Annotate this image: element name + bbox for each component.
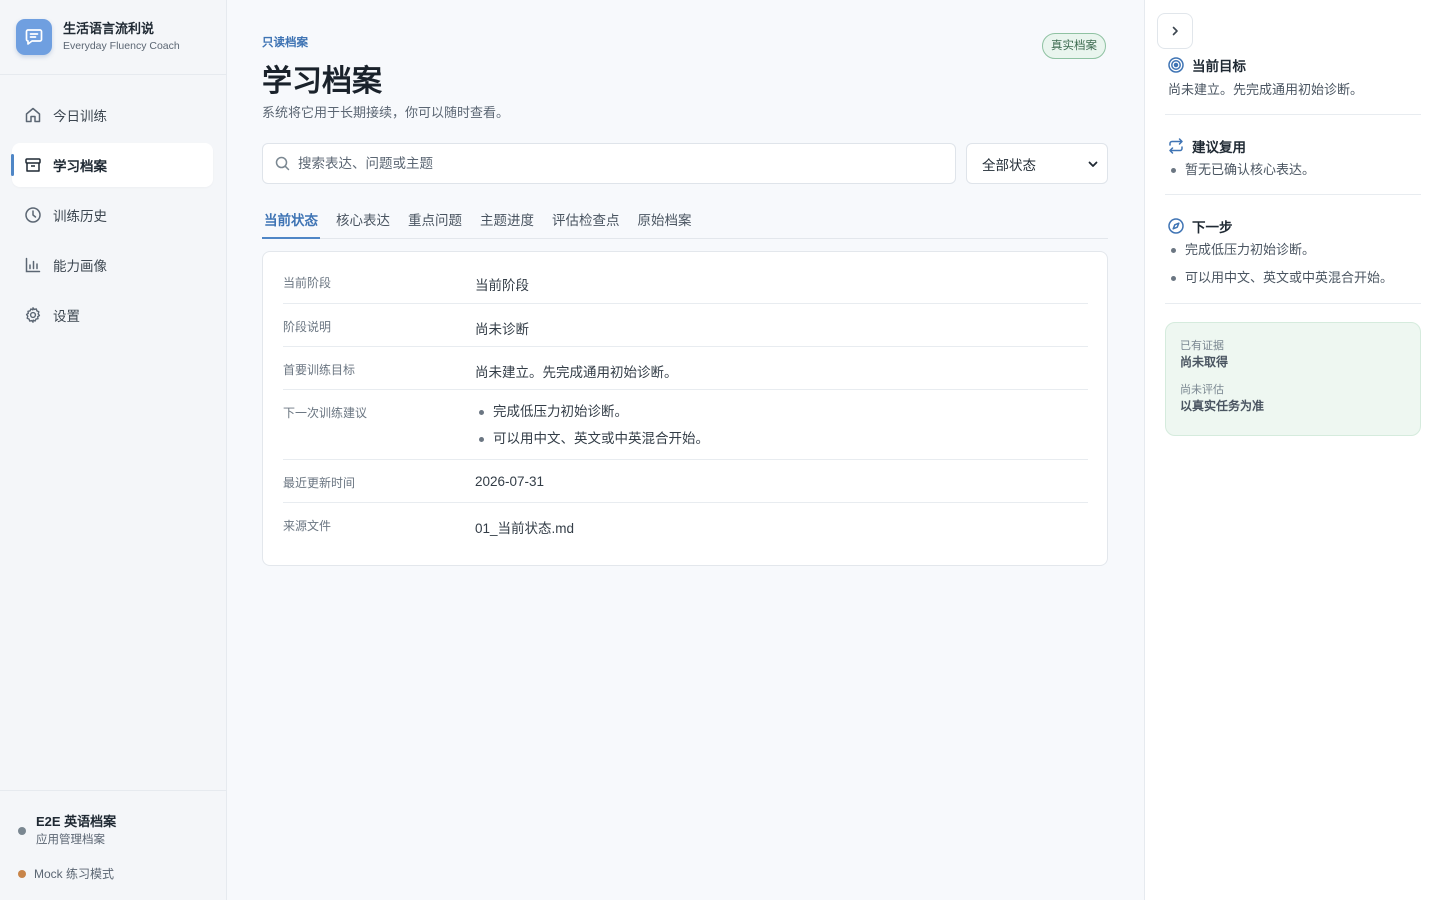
evidence-value: 尚未取得: [1180, 355, 1229, 369]
brand-subtitle: Everyday Fluency Coach: [63, 40, 180, 52]
brand: 生活语言流利说 Everyday Fluency Coach: [0, 0, 226, 75]
nav-label: 能力画像: [53, 259, 107, 274]
section-title: 下一步: [1192, 220, 1233, 235]
details-card: 当前阶段 当前阶段 阶段说明 尚未诊断 首要训练目标 尚未建立。先完成通用初始诊…: [262, 251, 1108, 566]
main-content: 只读档案 学习档案 系统将它用于长期接续，你可以随时查看。 真实档案 全部状态 …: [227, 0, 1144, 900]
detail-row: 来源文件 01_当前状态.md: [283, 503, 1088, 547]
tab-topic-progress[interactable]: 主题进度: [478, 197, 536, 239]
detail-value: 2026-07-31: [475, 474, 545, 489]
tab-raw-archive[interactable]: 原始档案: [636, 197, 694, 239]
nav-item-profile[interactable]: 能力画像: [12, 243, 213, 287]
detail-value: 当前阶段: [475, 278, 529, 293]
context-panel: 当前目标 尚未建立。先完成通用初始诊断。 建议复用 暂无已确认核心表达。 下一步…: [1144, 0, 1440, 900]
list-item: 可以用中文、英文或中英混合开始。: [1167, 264, 1421, 292]
page-description: 系统将它用于长期接续，你可以随时查看。: [262, 105, 510, 120]
detail-row: 当前阶段 当前阶段: [283, 260, 1088, 304]
brand-title: 生活语言流利说: [63, 21, 155, 36]
profile-subtitle: 应用管理档案: [36, 834, 105, 846]
next-step-section: 下一步 完成低压力初始诊断。 可以用中文、英文或中英混合开始。: [1167, 216, 1421, 292]
mode-dot: [18, 869, 26, 878]
detail-label: 下一次训练建议: [283, 406, 368, 420]
sidebar: 生活语言流利说 Everyday Fluency Coach 今日训练 学习档案…: [0, 0, 227, 900]
chevron-down-icon: [1087, 158, 1099, 170]
collapse-panel-button[interactable]: [1157, 13, 1193, 49]
goal-text: 尚未建立。先完成通用初始诊断。: [1168, 82, 1364, 97]
detail-label: 来源文件: [283, 519, 332, 533]
clock-icon: [24, 206, 42, 224]
detail-label: 最近更新时间: [283, 476, 356, 490]
list-item: 暂无已确认核心表达。: [1167, 156, 1421, 184]
list-item: 完成低压力初始诊断。: [1167, 236, 1421, 264]
section-title: 建议复用: [1192, 140, 1246, 155]
detail-label: 当前阶段: [283, 276, 332, 290]
divider: [1165, 114, 1421, 115]
list-item: 完成低压力初始诊断。: [475, 398, 1088, 425]
tab-core-expressions[interactable]: 核心表达: [334, 197, 392, 239]
nav-item-archive[interactable]: 学习档案: [11, 143, 213, 187]
detail-value: 尚未诊断: [475, 322, 529, 337]
detail-value: 完成低压力初始诊断。 可以用中文、英文或中英混合开始。: [475, 390, 1088, 459]
mode-indicator: Mock 练习模式: [18, 865, 226, 882]
detail-label: 首要训练目标: [283, 363, 356, 377]
status-filter-value: 全部状态: [982, 157, 1036, 173]
review-section: 建议复用 暂无已确认核心表达。: [1167, 136, 1421, 184]
sidebar-footer: E2E 英语档案 应用管理档案 Mock 练习模式: [0, 790, 226, 900]
gear-icon: [24, 306, 42, 324]
nav-label: 训练历史: [53, 209, 107, 224]
current-goal-section: 当前目标 尚未建立。先完成通用初始诊断。: [1167, 55, 1421, 98]
status-badge: 真实档案: [1042, 33, 1106, 59]
home-icon: [24, 106, 42, 124]
detail-row: 最近更新时间 2026-07-31: [283, 460, 1088, 503]
repeat-icon: [1167, 137, 1185, 155]
archive-icon: [24, 156, 42, 174]
search-box: [262, 143, 956, 184]
compass-icon: [1167, 217, 1185, 235]
detail-row: 阶段说明 尚未诊断: [283, 304, 1088, 347]
detail-row: 首要训练目标 尚未建立。先完成通用初始诊断。: [283, 347, 1088, 390]
page-eyebrow: 只读档案: [262, 37, 308, 49]
review-list: 暂无已确认核心表达。: [1167, 156, 1421, 184]
divider: [1165, 194, 1421, 195]
next-step-list: 完成低压力初始诊断。 可以用中文、英文或中英混合开始。: [1167, 236, 1421, 292]
search-input[interactable]: [298, 156, 918, 171]
evidence-card: 已有证据 尚未取得 尚未评估 以真实任务为准: [1165, 322, 1421, 436]
divider: [1165, 303, 1421, 304]
section-title: 当前目标: [1192, 59, 1246, 74]
suggestion-list: 完成低压力初始诊断。 可以用中文、英文或中英混合开始。: [475, 398, 1088, 452]
tab-checkpoints[interactable]: 评估检查点: [550, 197, 622, 239]
nav-item-settings[interactable]: 设置: [12, 293, 213, 337]
target-icon: [1167, 56, 1185, 74]
detail-label: 阶段说明: [283, 320, 332, 334]
chevron-right-icon: [1169, 25, 1181, 37]
nav-label: 学习档案: [53, 159, 107, 174]
evaluation-value: 以真实任务为准: [1180, 399, 1265, 413]
profile-switcher[interactable]: E2E 英语档案 应用管理档案: [18, 813, 226, 849]
evidence-label: 已有证据: [1180, 340, 1224, 352]
nav-label: 今日训练: [53, 109, 107, 124]
tab-key-issues[interactable]: 重点问题: [406, 197, 464, 239]
list-item: 可以用中文、英文或中英混合开始。: [475, 425, 1088, 452]
chat-logo-icon: [16, 19, 52, 55]
tab-current-status[interactable]: 当前状态: [262, 197, 320, 239]
detail-row: 下一次训练建议 完成低压力初始诊断。 可以用中文、英文或中英混合开始。: [283, 390, 1088, 460]
page-title: 学习档案: [262, 65, 382, 98]
status-dot: [18, 827, 26, 835]
detail-value: 01_当前状态.md: [475, 521, 575, 536]
evaluation-label: 尚未评估: [1180, 384, 1224, 396]
nav-label: 设置: [53, 309, 80, 324]
main-nav: 今日训练 学习档案 训练历史 能力画像 设置: [0, 75, 226, 337]
nav-item-today[interactable]: 今日训练: [12, 93, 213, 137]
bar-chart-icon: [24, 256, 42, 274]
status-filter-select[interactable]: 全部状态: [966, 143, 1108, 184]
detail-value: 尚未建立。先完成通用初始诊断。: [475, 365, 678, 380]
profile-name: E2E 英语档案: [36, 814, 117, 829]
mode-label: Mock 练习模式: [34, 867, 115, 881]
nav-item-history[interactable]: 训练历史: [12, 193, 213, 237]
tab-bar: 当前状态 核心表达 重点问题 主题进度 评估检查点 原始档案: [262, 197, 1108, 239]
search-icon: [275, 156, 290, 171]
